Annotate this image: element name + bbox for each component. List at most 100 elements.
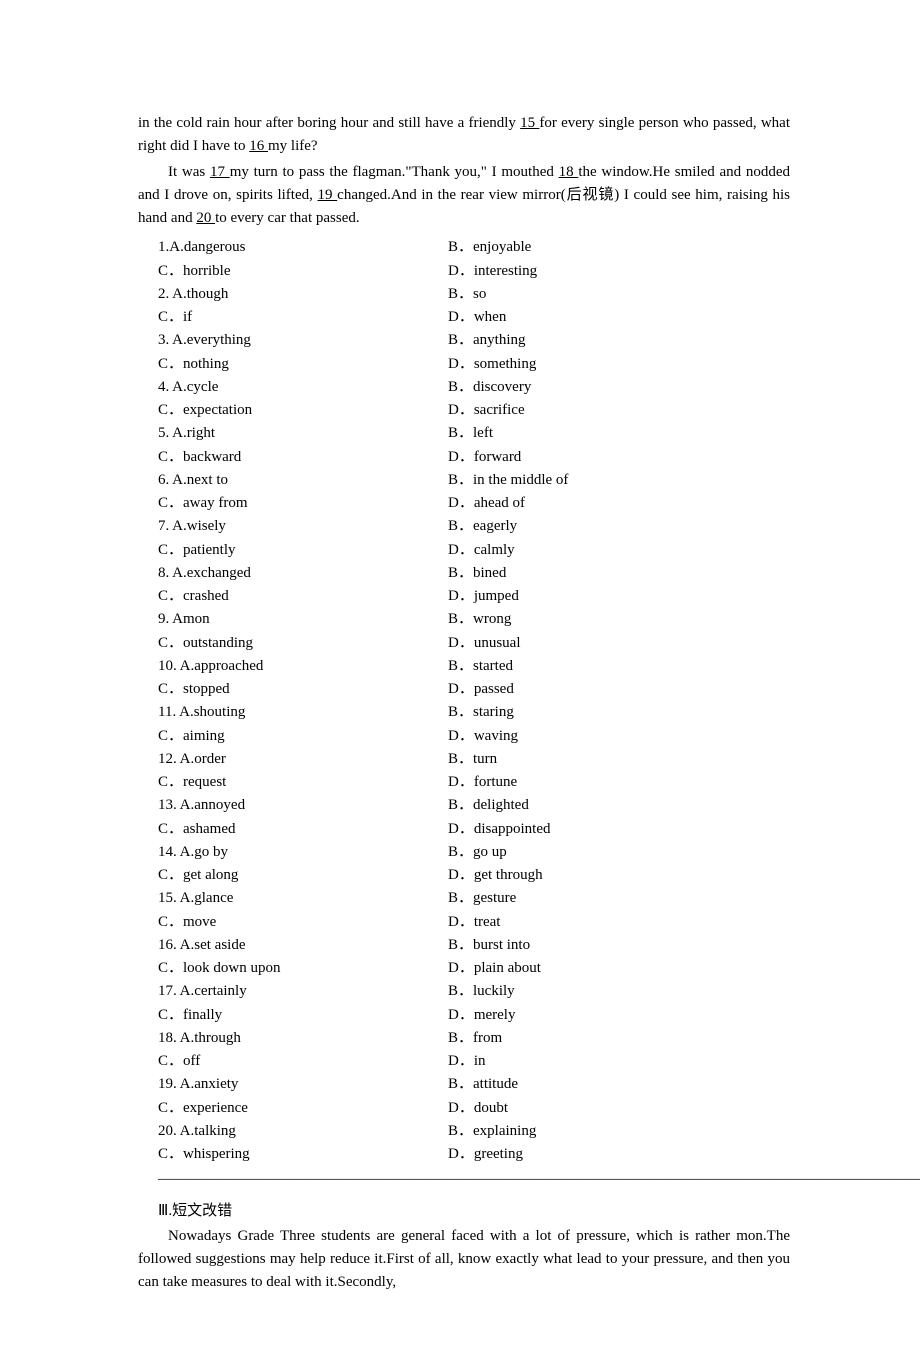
option-right: D．disappointed: [448, 818, 551, 841]
section-3-body: Nowadays Grade Three students are genera…: [138, 1225, 790, 1295]
option-left: C．off: [158, 1050, 448, 1073]
option-right: D．interesting: [448, 260, 537, 283]
option-right: D．greeting: [448, 1143, 523, 1166]
option-right: B．discovery: [448, 376, 531, 399]
option-row: C．ashamedD．disappointed: [158, 818, 790, 841]
option-row: C．backwardD．forward: [158, 446, 790, 469]
option-row: C．stoppedD．passed: [158, 678, 790, 701]
option-row: 4. A.cycleB．discovery: [158, 376, 790, 399]
option-row: C．horribleD．interesting: [158, 260, 790, 283]
option-right: D．ahead of: [448, 492, 525, 515]
option-right: D．when: [448, 306, 506, 329]
option-right: D．doubt: [448, 1097, 508, 1120]
option-right: B．bined: [448, 562, 506, 585]
option-right: B．go up: [448, 841, 507, 864]
option-right: B．started: [448, 655, 513, 678]
option-right: B．explaining: [448, 1120, 536, 1143]
option-left: C．move: [158, 911, 448, 934]
option-row: 16. A.set asideB．burst into: [158, 934, 790, 957]
option-left: 9. Amon: [158, 608, 448, 631]
option-right: B．turn: [448, 748, 497, 771]
option-left: 17. A.certainly: [158, 980, 448, 1003]
option-left: 18. A.through: [158, 1027, 448, 1050]
passage-line-2: It was 17 my turn to pass the flagman."T…: [138, 161, 790, 231]
blank-19: 19: [318, 187, 338, 203]
option-row: 8. A.exchangedB．bined: [158, 562, 790, 585]
option-row: 3. A.everythingB．anything: [158, 329, 790, 352]
option-left: C．patiently: [158, 539, 448, 562]
option-row: C．experienceD．doubt: [158, 1097, 790, 1120]
option-row: 2. A.thoughB．so: [158, 283, 790, 306]
option-right: D．plain about: [448, 957, 541, 980]
option-left: 5. A.right: [158, 422, 448, 445]
text: in the cold rain hour after boring hour …: [138, 115, 520, 131]
option-left: C．request: [158, 771, 448, 794]
section-3-heading: Ⅲ.短文改错: [138, 1200, 790, 1223]
option-right: D．unusual: [448, 632, 521, 655]
option-left: C．get along: [158, 864, 448, 887]
option-row: 7. A.wiselyB．eagerly: [158, 515, 790, 538]
option-left: C．look down upon: [158, 957, 448, 980]
option-right: B．eagerly: [448, 515, 517, 538]
option-left: 3. A.everything: [158, 329, 448, 352]
option-row: 11. A.shoutingB．staring: [158, 701, 790, 724]
option-left: 8. A.exchanged: [158, 562, 448, 585]
option-left: C．nothing: [158, 353, 448, 376]
option-left: C．finally: [158, 1004, 448, 1027]
option-right: B．staring: [448, 701, 514, 724]
text: It was: [168, 164, 210, 180]
option-right: D．sacrifice: [448, 399, 525, 422]
option-right: D．forward: [448, 446, 521, 469]
option-left: 14. A.go by: [158, 841, 448, 864]
option-right: B．luckily: [448, 980, 515, 1003]
option-right: D．treat: [448, 911, 500, 934]
option-row: C．outstandingD．unusual: [158, 632, 790, 655]
option-left: C．stopped: [158, 678, 448, 701]
blank-16: 16: [249, 138, 268, 154]
option-row: C．patientlyD．calmly: [158, 539, 790, 562]
option-row: 19. A.anxietyB．attitude: [158, 1073, 790, 1096]
option-row: 12. A.orderB．turn: [158, 748, 790, 771]
option-right: B．in the middle of: [448, 469, 568, 492]
blank-17: 17: [210, 164, 230, 180]
text: to every car that passed.: [215, 210, 360, 226]
blank-18: 18: [559, 164, 579, 180]
option-right: B．enjoyable: [448, 236, 531, 259]
option-right: B．burst into: [448, 934, 530, 957]
option-row: C．requestD．fortune: [158, 771, 790, 794]
option-right: B．anything: [448, 329, 526, 352]
option-row: 13. A.annoyedB．delighted: [158, 794, 790, 817]
option-row: C．offD．in: [158, 1050, 790, 1073]
options-block: 1.A.dangerousB．enjoyableC．horribleD．inte…: [158, 236, 790, 1166]
option-left: C．backward: [158, 446, 448, 469]
option-left: C．whispering: [158, 1143, 448, 1166]
option-left: 4. A.cycle: [158, 376, 448, 399]
option-row: C．whisperingD．greeting: [158, 1143, 790, 1166]
option-row: 20. A.talkingB．explaining: [158, 1120, 790, 1143]
option-row: 15. A.glanceB．gesture: [158, 887, 790, 910]
text: my life?: [268, 138, 318, 154]
option-row: C．expectationD．sacrifice: [158, 399, 790, 422]
option-row: 10. A.approachedB．started: [158, 655, 790, 678]
option-left: 7. A.wisely: [158, 515, 448, 538]
option-left: C．outstanding: [158, 632, 448, 655]
option-right: D．something: [448, 353, 536, 376]
option-row: 14. A.go byB．go up: [158, 841, 790, 864]
option-left: 2. A.though: [158, 283, 448, 306]
option-left: 16. A.set aside: [158, 934, 448, 957]
option-row: C．get alongD．get through: [158, 864, 790, 887]
option-left: 6. A.next to: [158, 469, 448, 492]
option-row: 18. A.throughB．from: [158, 1027, 790, 1050]
divider-line: ————————————————————————————————————————…: [158, 1168, 770, 1191]
option-right: B．so: [448, 283, 486, 306]
option-left: 19. A.anxiety: [158, 1073, 448, 1096]
option-right: D．calmly: [448, 539, 515, 562]
text: my turn to pass the flagman."Thank you,"…: [230, 164, 559, 180]
option-left: 12. A.order: [158, 748, 448, 771]
option-row: 17. A.certainlyB．luckily: [158, 980, 790, 1003]
option-row: C．ifD．when: [158, 306, 790, 329]
option-left: C．if: [158, 306, 448, 329]
option-right: B．delighted: [448, 794, 529, 817]
option-left: C．away from: [158, 492, 448, 515]
option-left: 10. A.approached: [158, 655, 448, 678]
